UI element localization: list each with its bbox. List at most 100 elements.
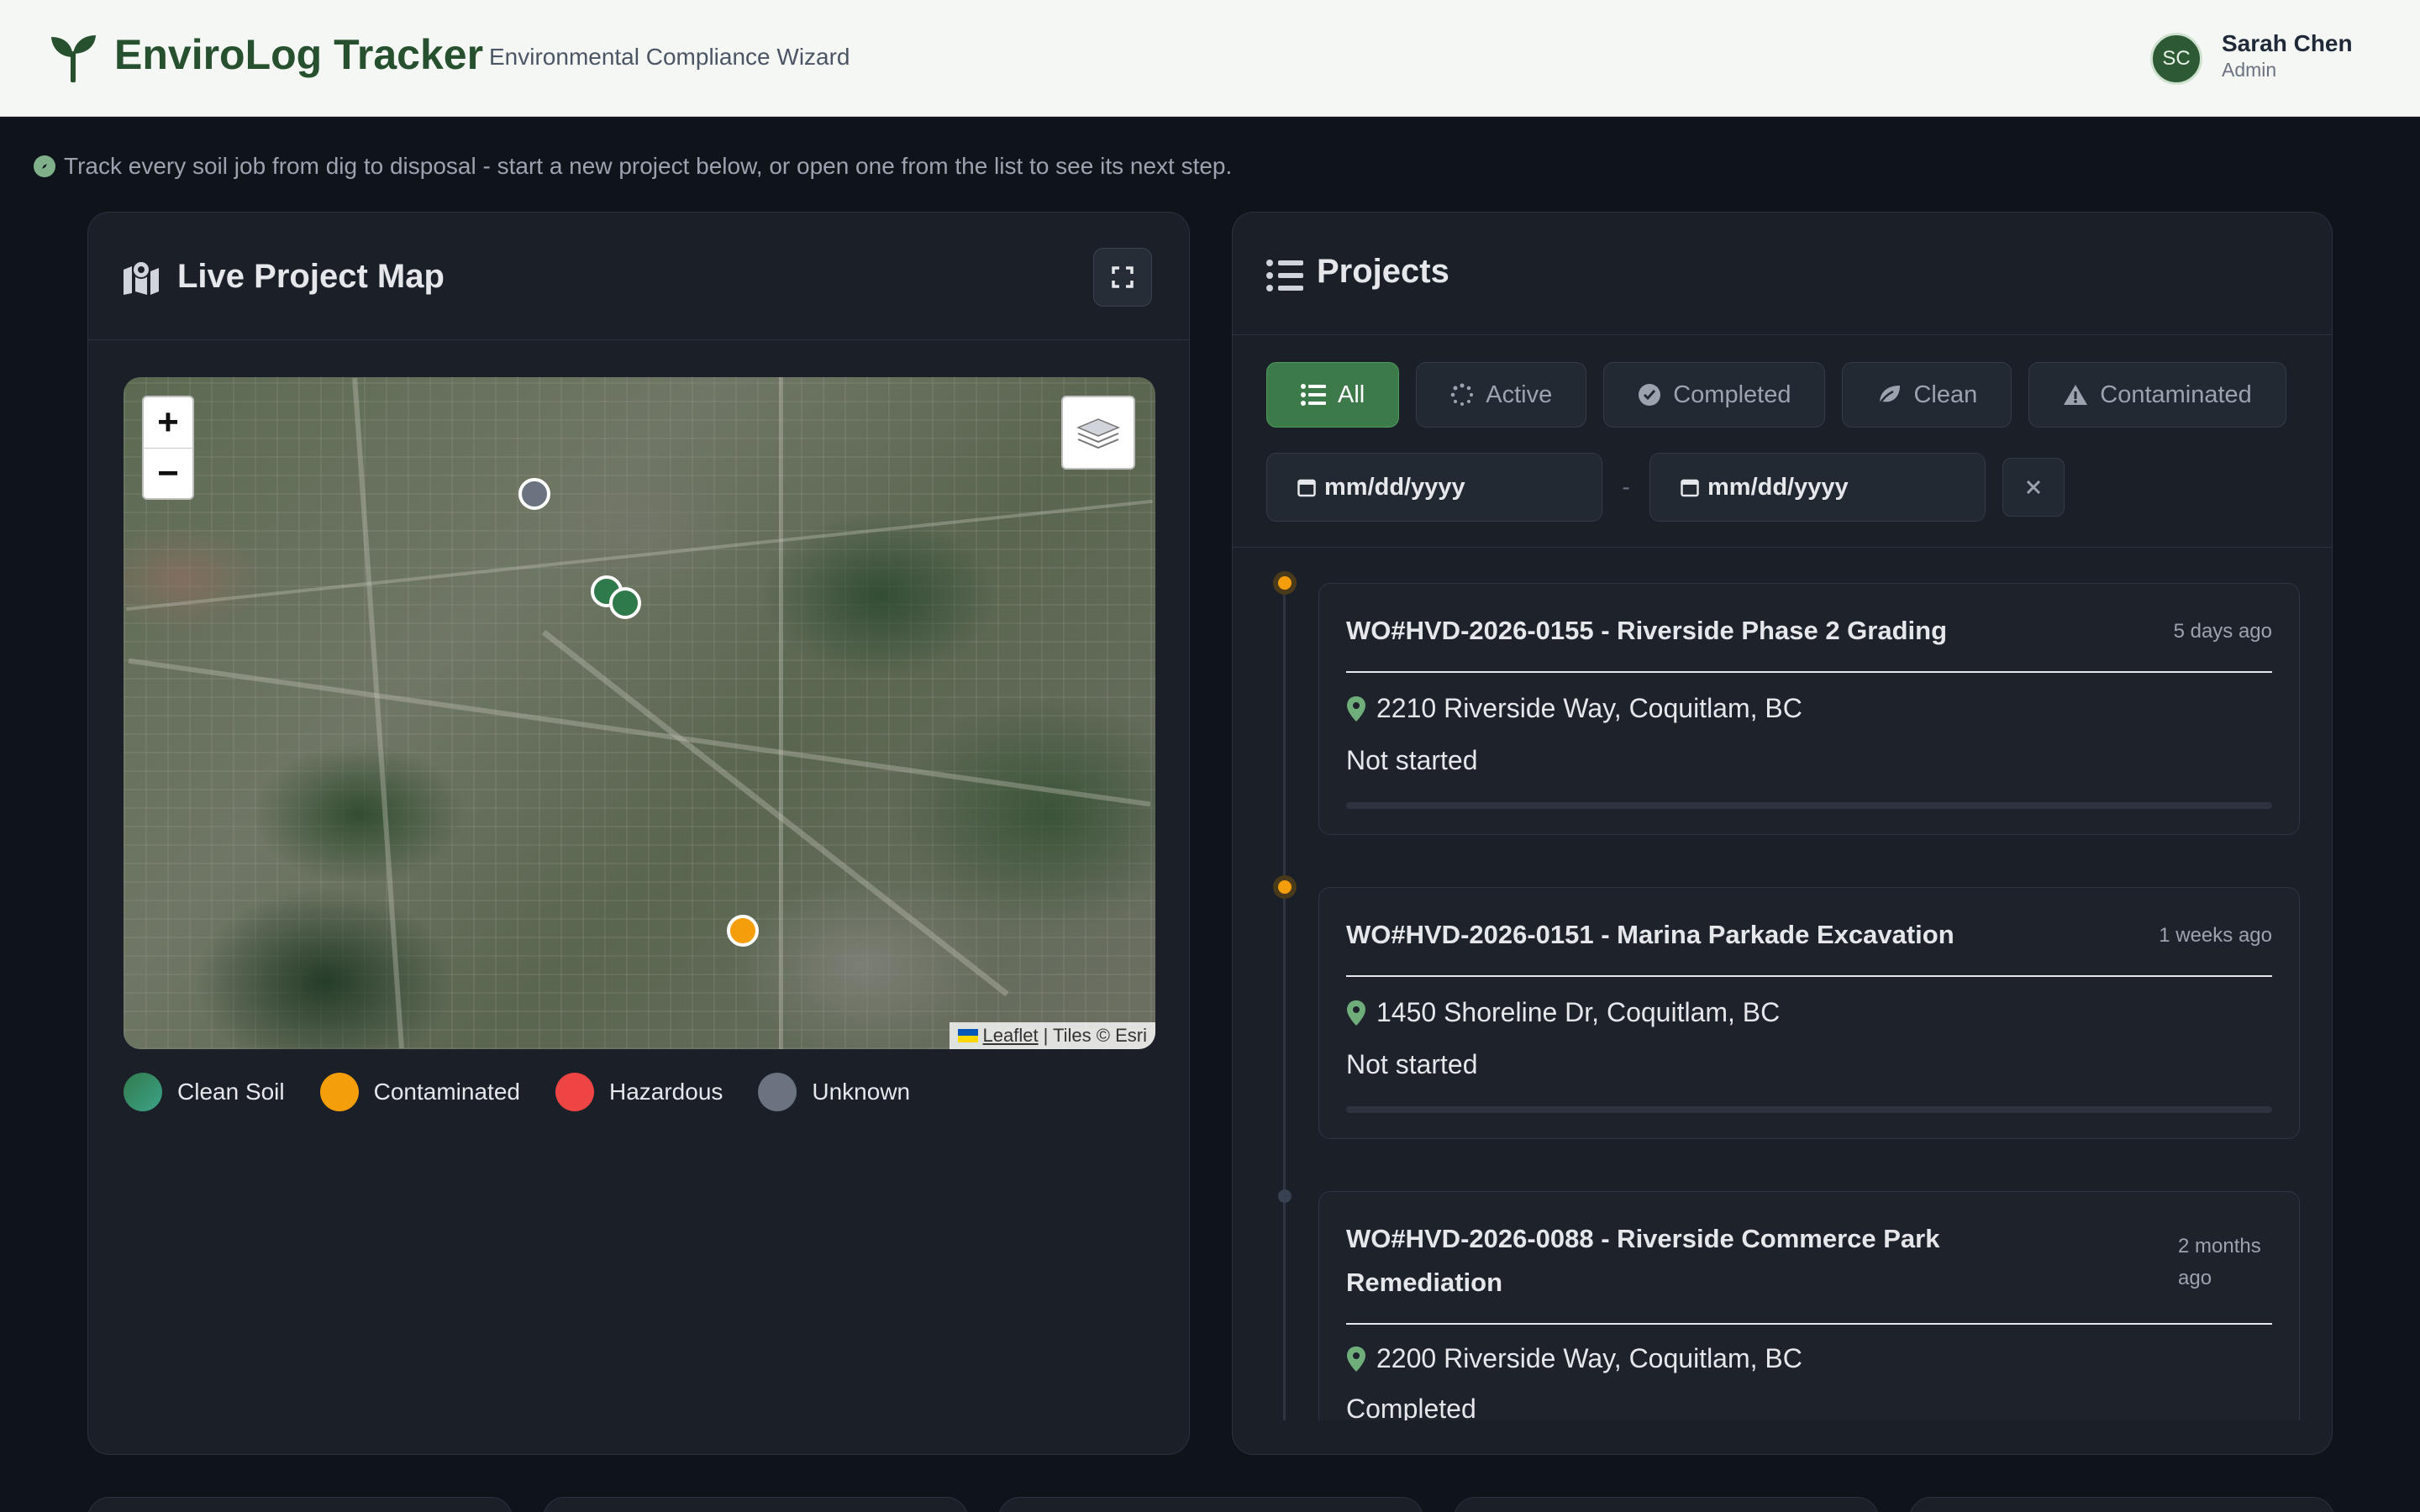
project-title[interactable]: WO#HVD-2026-0088 - Riverside Commerce Pa…	[1346, 1217, 2102, 1305]
filter-label: All	[1338, 381, 1365, 408]
project-list[interactable]: WO#HVD-2026-0155 - Riverside Phase 2 Gra…	[1233, 548, 2332, 1420]
project-time: 5 days ago	[2173, 620, 2272, 643]
filter-completed[interactable]: Completed	[1603, 362, 1826, 428]
project-map[interactable]: + − Leaflet | Tiles © Esri	[124, 377, 1155, 1049]
card-divider	[1346, 671, 2272, 673]
filter-label: Clean	[1913, 381, 1978, 408]
map-pin-icon	[1347, 696, 1365, 722]
card-divider	[1346, 975, 2272, 977]
date-separator: -	[1622, 474, 1630, 500]
tiles-credit: | Tiles © Esri	[1043, 1025, 1147, 1046]
project-status: Not started	[1346, 1049, 1478, 1079]
project-title[interactable]: WO#HVD-2026-0151 - Marina Parkade Excava…	[1346, 913, 2128, 957]
summary-card	[543, 1497, 968, 1512]
ukraine-flag-icon	[957, 1029, 978, 1042]
legend-label: Clean Soil	[177, 1079, 285, 1105]
filter-label: Active	[1486, 381, 1553, 408]
projects-panel: Projects All Active Completed Clean Cont…	[1232, 212, 2333, 1455]
filter-contaminated[interactable]: Contaminated	[2028, 362, 2286, 428]
map-panel: Live Project Map + − Leaflet | Tiles © E…	[87, 212, 1190, 1455]
warning-icon	[2064, 385, 2088, 405]
project-address: 1450 Shoreline Dr, Coquitlam, BC	[1376, 997, 1781, 1027]
timeline-dot-completed	[1273, 1184, 1297, 1208]
map-pin-icon	[1347, 1000, 1365, 1026]
zoom-controls: + −	[142, 396, 194, 500]
info-message: Track every soil job from dig to disposa…	[34, 153, 1232, 180]
project-status: Not started	[1346, 745, 1478, 775]
timeline-line	[1283, 573, 1286, 1420]
date-from-input[interactable]: mm/dd/yyyy	[1266, 453, 1602, 522]
leaf-icon	[1878, 386, 1901, 406]
project-card[interactable]: WO#HVD-2026-0155 - Riverside Phase 2 Gra…	[1318, 583, 2300, 835]
project-location: 2210 Riverside Way, Coquitlam, BC	[1346, 693, 1802, 724]
close-icon	[2026, 480, 2041, 495]
map-pin-icon	[1347, 1346, 1365, 1372]
zoom-in-button[interactable]: +	[144, 397, 192, 448]
app-subtitle: Environmental Compliance Wizard	[489, 44, 850, 70]
leaflet-link[interactable]: Leaflet	[983, 1025, 1039, 1047]
sprout-icon	[51, 35, 96, 82]
user-name[interactable]: Sarah Chen	[2222, 30, 2353, 57]
filter-all[interactable]: All	[1266, 362, 1400, 428]
progress-bar	[1346, 1106, 2272, 1113]
map-legend: Clean Soil Contaminated Hazardous Unknow…	[124, 1073, 945, 1111]
avatar[interactable]: SC	[2150, 33, 2202, 85]
map-marker-unknown[interactable]	[518, 478, 550, 510]
map-attribution: Leaflet | Tiles © Esri	[949, 1022, 1155, 1049]
summary-card	[87, 1497, 513, 1512]
layers-button[interactable]	[1061, 396, 1135, 470]
expand-icon	[1112, 266, 1134, 288]
info-text: Track every soil job from dig to disposa…	[64, 153, 1233, 179]
legend-item-clean: Clean Soil	[124, 1073, 285, 1111]
project-time: 1 weeks ago	[2159, 924, 2272, 947]
legend-label: Unknown	[812, 1079, 911, 1105]
clear-dates-button[interactable]	[2002, 458, 2065, 517]
timeline-dot-active	[1273, 875, 1297, 899]
zoom-out-button[interactable]: −	[144, 448, 192, 498]
project-card[interactable]: WO#HVD-2026-0151 - Marina Parkade Excava…	[1318, 887, 2300, 1139]
legend-item-contaminated: Contaminated	[319, 1073, 520, 1111]
date-to-placeholder: mm/dd/yyyy	[1707, 473, 1849, 501]
spinner-icon	[1450, 383, 1474, 406]
status-filters: All Active Completed Clean Contaminated	[1266, 362, 2286, 428]
fullscreen-button[interactable]	[1093, 248, 1152, 307]
date-range: mm/dd/yyyy - mm/dd/yyyy	[1266, 453, 2065, 522]
calendar-icon	[1681, 479, 1699, 497]
summary-card	[1454, 1497, 1879, 1512]
legend-label: Hazardous	[608, 1079, 723, 1105]
timeline-dot-active	[1273, 571, 1297, 595]
summary-card	[1909, 1497, 2334, 1512]
summary-card	[998, 1497, 1423, 1512]
legend-label: Contaminated	[373, 1079, 520, 1105]
card-divider	[1346, 1323, 2272, 1325]
legend-dot	[555, 1073, 594, 1111]
project-title[interactable]: WO#HVD-2026-0155 - Riverside Phase 2 Gra…	[1346, 609, 2128, 653]
user-role: Admin	[2222, 59, 2277, 81]
project-time: 2 months ago	[2178, 1235, 2261, 1289]
date-to-input[interactable]: mm/dd/yyyy	[1649, 453, 1986, 522]
map-location-icon	[124, 260, 159, 295]
legend-dot	[319, 1073, 359, 1111]
map-marker-contaminated[interactable]	[727, 915, 759, 947]
legend-item-unknown: Unknown	[758, 1073, 910, 1111]
project-address: 2200 Riverside Way, Coquitlam, BC	[1376, 1343, 1802, 1373]
legend-dot	[758, 1073, 797, 1111]
check-circle-icon	[1639, 384, 1661, 406]
filter-clean[interactable]: Clean	[1842, 362, 2012, 428]
map-panel-header: Live Project Map	[88, 213, 1189, 340]
map-marker-clean[interactable]	[609, 587, 641, 619]
project-status: Completed	[1346, 1394, 1476, 1420]
date-from-placeholder: mm/dd/yyyy	[1324, 473, 1465, 501]
list-icon	[1266, 260, 1303, 291]
app-title[interactable]: EnviroLog Tracker	[114, 30, 483, 79]
filter-active[interactable]: Active	[1416, 362, 1587, 428]
calendar-icon	[1297, 479, 1316, 497]
filter-label: Completed	[1673, 381, 1791, 408]
project-location: 2200 Riverside Way, Coquitlam, BC	[1346, 1343, 1802, 1374]
project-address: 2210 Riverside Way, Coquitlam, BC	[1376, 693, 1802, 723]
map-panel-title: Live Project Map	[177, 258, 445, 295]
legend-dot	[124, 1073, 162, 1111]
filter-label: Contaminated	[2100, 381, 2252, 408]
project-card[interactable]: WO#HVD-2026-0088 - Riverside Commerce Pa…	[1318, 1191, 2300, 1420]
legend-item-hazardous: Hazardous	[555, 1073, 723, 1111]
